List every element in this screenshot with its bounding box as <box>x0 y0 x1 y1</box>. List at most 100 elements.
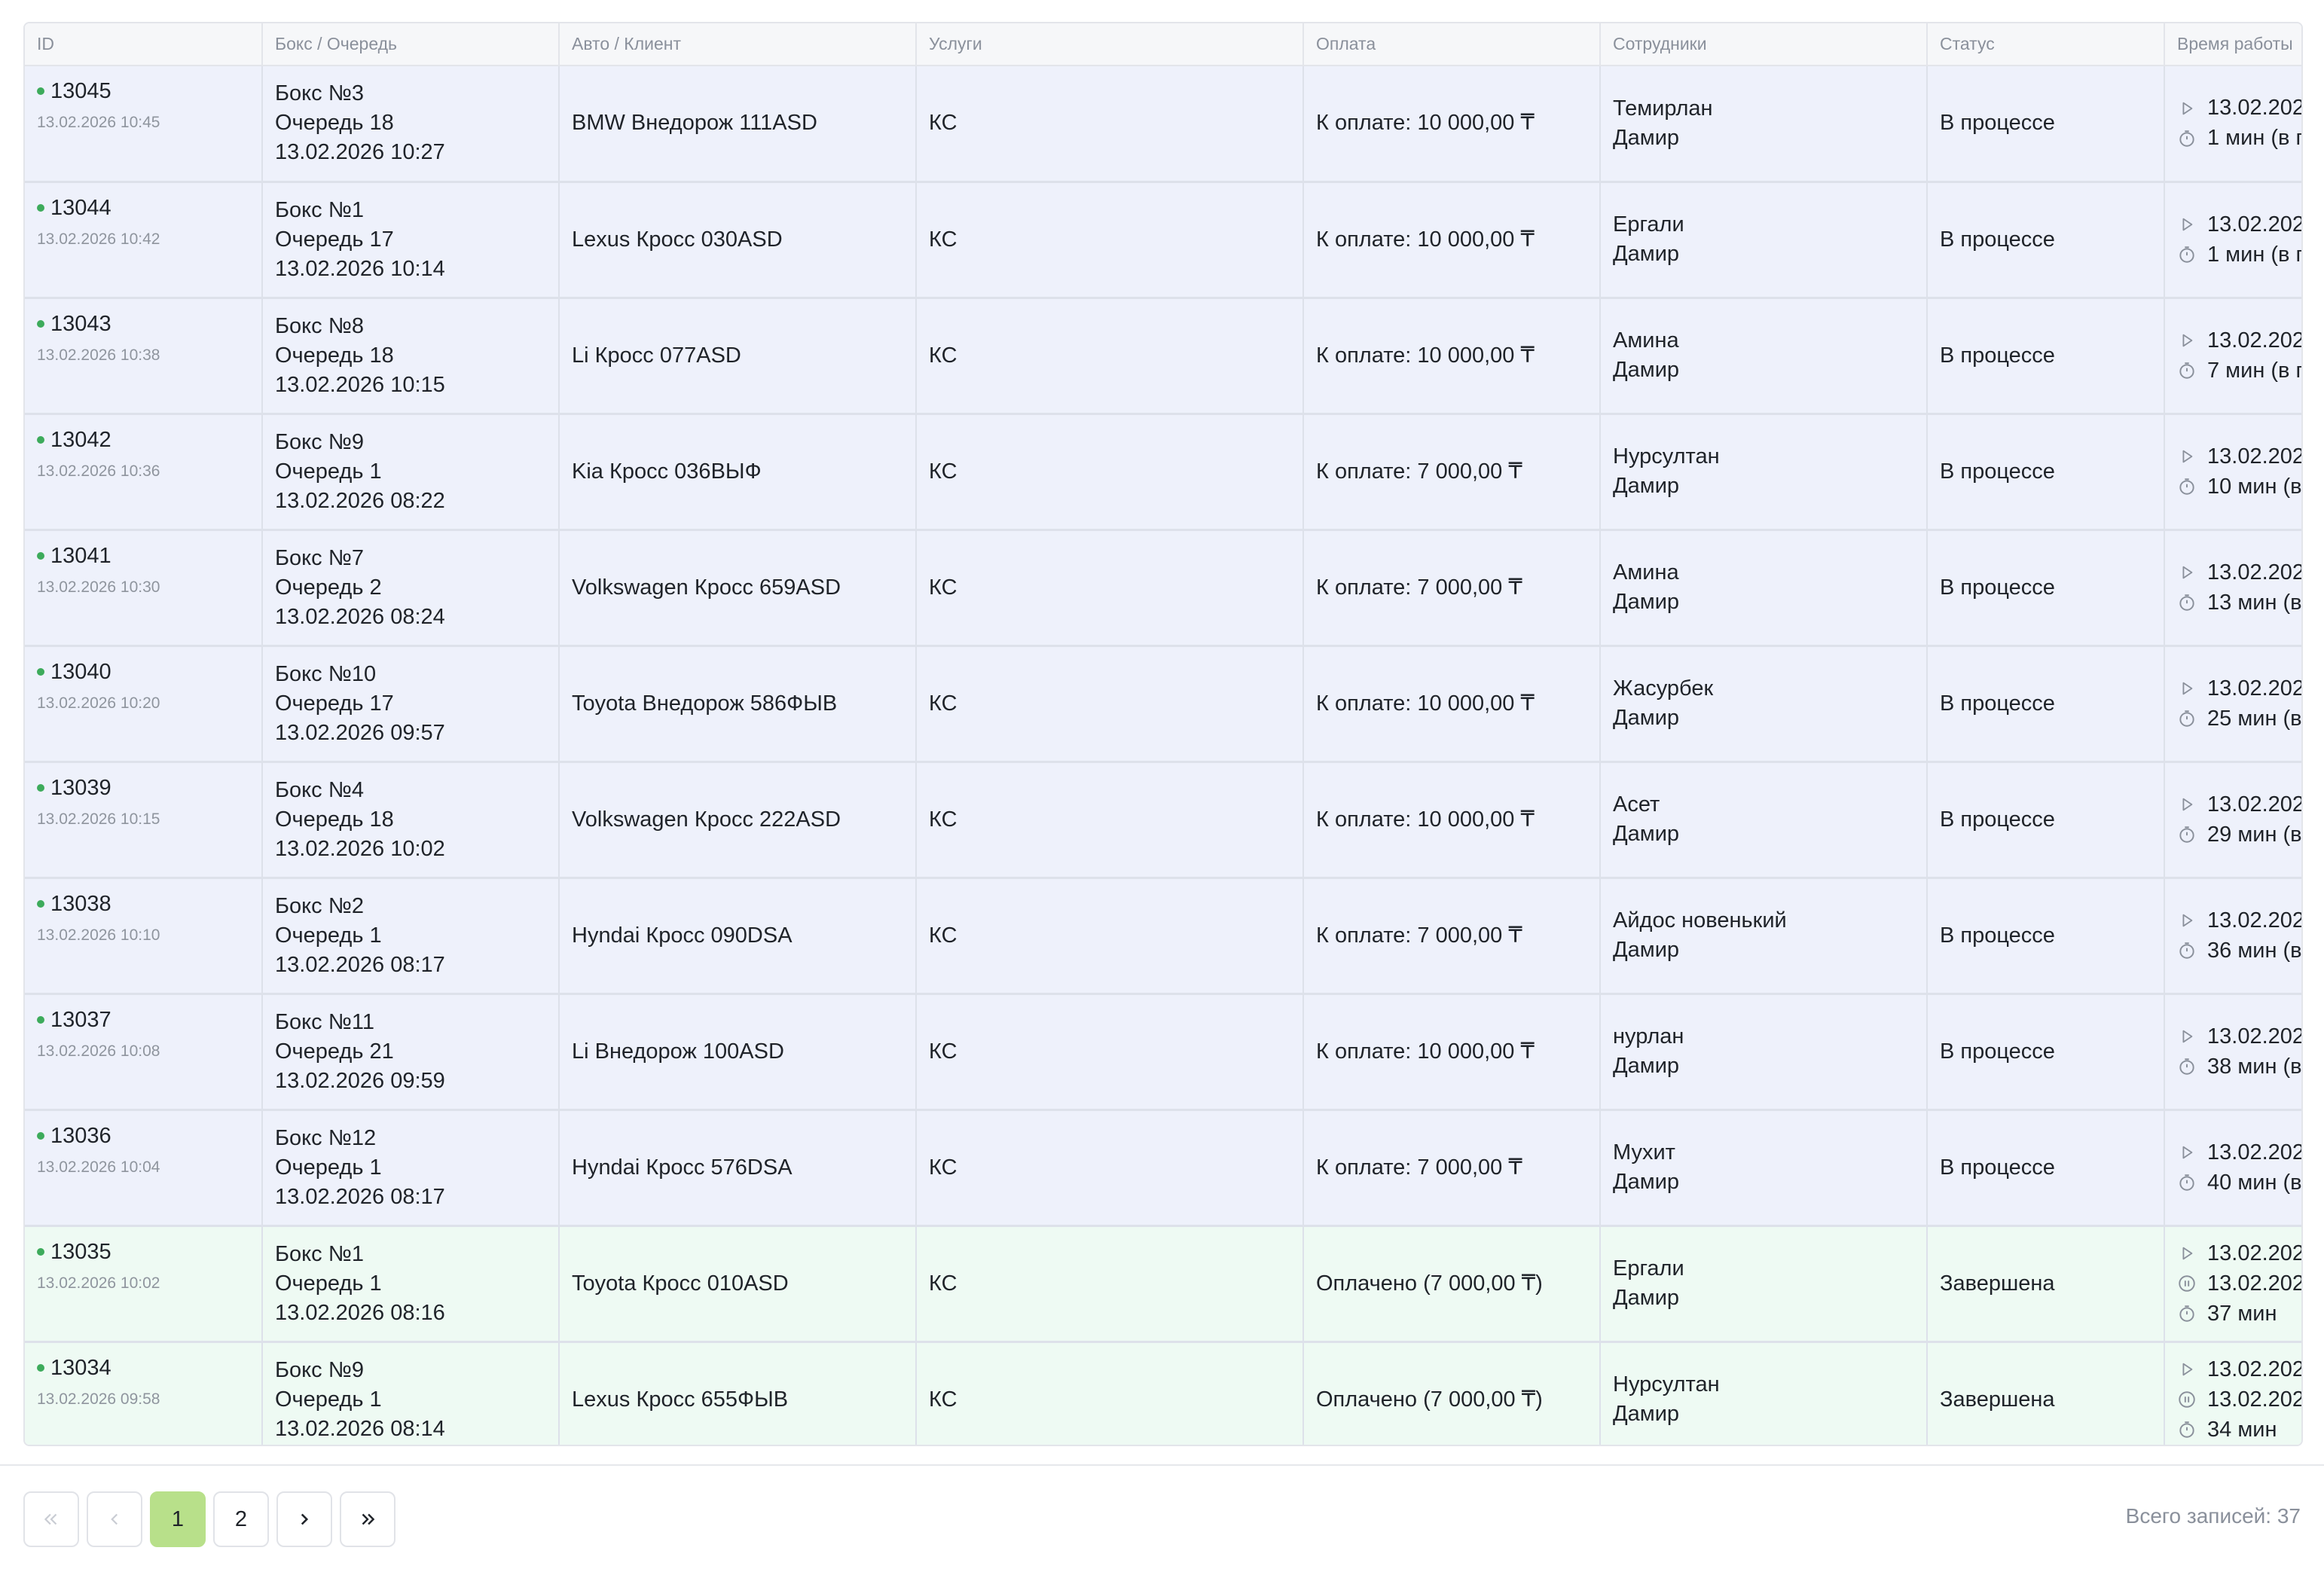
order-id[interactable]: 13036 <box>50 1122 111 1150</box>
column-header[interactable]: Время работы <box>2164 23 2301 66</box>
column-header[interactable]: ID <box>25 23 263 66</box>
queued-date: 13.02.2026 10:02 <box>275 836 445 861</box>
duration-line: 13 мин (в процессе) <box>2177 588 2301 618</box>
table-row[interactable]: 13038 13.02.2026 10:10 Бокс №2 Очередь 1 13.… <box>25 878 2301 995</box>
services-cell: КС <box>916 1342 1304 1445</box>
car-label: Li Внедорож 100ASD <box>572 1039 784 1064</box>
table-row[interactable]: 13035 13.02.2026 10:02 Бокс №1 Очередь 1 13.… <box>25 1226 2301 1343</box>
created-date: 13.02.2026 10:42 <box>37 230 160 248</box>
work-time-cell: 13.02.2026 13 мин (в процессе) <box>2164 530 2301 647</box>
orders-table: ID Бокс / Очередь Авто / Клиент Услуги Оплат… <box>25 23 2302 1445</box>
order-id[interactable]: 13038 <box>50 890 111 918</box>
table-row[interactable]: 13034 13.02.2026 09:58 Бокс №9 Очередь 1 13.… <box>25 1342 2301 1445</box>
work-time-cell: 13.02.2026 13.02.2026 34 мин <box>2164 1342 2301 1445</box>
order-id[interactable]: 13035 <box>50 1238 111 1266</box>
order-id[interactable]: 13040 <box>50 658 111 686</box>
staff-name: Ергали <box>1613 1256 1684 1280</box>
page-button-2[interactable]: 2 <box>213 1491 269 1547</box>
order-id[interactable]: 13045 <box>50 77 111 105</box>
prev-page-button[interactable] <box>87 1491 142 1547</box>
chevron-left-icon <box>111 1513 118 1525</box>
status-dot-icon <box>37 899 44 908</box>
start-time: 13.02.2026 <box>2207 1140 2301 1165</box>
services-cell: КС <box>916 1110 1304 1227</box>
table-row[interactable]: 13044 13.02.2026 10:42 Бокс №1 Очередь 17 13… <box>25 182 2301 299</box>
first-page-button[interactable] <box>23 1491 79 1547</box>
queued-date: 13.02.2026 09:59 <box>275 1068 445 1093</box>
duration-line: 37 мин <box>2177 1299 2301 1329</box>
queue-label: Очередь 21 <box>275 1039 394 1064</box>
queued-date: 13.02.2026 08:16 <box>275 1300 445 1325</box>
duration-line: 10 мин (в процессе) <box>2177 472 2302 502</box>
staff-name: Дамир <box>1613 1402 1680 1426</box>
order-id[interactable]: 13037 <box>50 1006 111 1034</box>
page-button-1[interactable]: 1 <box>150 1491 206 1547</box>
work-time-cell: 13.02.2026 38 мин (в процессе) <box>2164 994 2301 1111</box>
staff-cell: Ергали Дамир <box>1600 182 1928 299</box>
order-id[interactable]: 13041 <box>50 542 111 570</box>
box-queue-cell: Бокс №2 Очередь 1 13.02.2026 08:17 <box>262 878 560 995</box>
column-header[interactable]: Бокс / Очередь <box>262 23 560 66</box>
table-row[interactable]: 13043 13.02.2026 10:38 Бокс №8 Очередь 18 13… <box>25 298 2301 415</box>
column-header[interactable]: Услуги <box>916 23 1304 66</box>
play-icon <box>2177 1143 2197 1162</box>
duration: 10 мин (в процессе) <box>2207 474 2302 499</box>
car-client-cell: Toyota Кросс 010ASD <box>559 1226 917 1343</box>
id-cell: 13037 13.02.2026 10:08 <box>25 994 263 1111</box>
box-label: Бокс №1 <box>275 197 364 222</box>
stopwatch-icon <box>2177 1420 2197 1439</box>
duration: 7 мин (в процессе) <box>2207 358 2301 383</box>
staff-name: Дамир <box>1613 474 1680 498</box>
stopwatch-icon <box>2177 1173 2197 1192</box>
payment-cell: К оплате: 10 000,00 ₸ <box>1303 182 1601 299</box>
duration-line: 36 мин (в процессе) <box>2177 936 2301 966</box>
table-row[interactable]: 13039 13.02.2026 10:15 Бокс №4 Очередь 18 13… <box>25 762 2301 879</box>
staff-cell: нурлан Дамир <box>1600 994 1928 1111</box>
payment-label: К оплате: 10 000,00 ₸ <box>1316 111 1535 136</box>
payment-label: К оплате: 10 000,00 ₸ <box>1316 691 1535 716</box>
table-row[interactable]: 13040 13.02.2026 10:20 Бокс №10 Очередь 17 1… <box>25 646 2301 763</box>
id-line: 13044 <box>37 194 249 222</box>
payment-cell: К оплате: 7 000,00 ₸ <box>1303 878 1601 995</box>
order-id[interactable]: 13042 <box>50 426 111 454</box>
table-row[interactable]: 13041 13.02.2026 10:30 Бокс №7 Очередь 2 13.… <box>25 530 2301 647</box>
start-time: 13.02.2026 <box>2207 444 2301 469</box>
start-time-line: 13.02.2026 <box>2177 1238 2301 1268</box>
start-time: 13.02.2026 <box>2207 1357 2301 1381</box>
column-header[interactable]: Оплата <box>1303 23 1601 66</box>
car-client-cell: Volkswagen Кросс 659ASD <box>559 530 917 647</box>
created-date: 13.02.2026 10:30 <box>37 578 160 596</box>
box-label: Бокс №1 <box>275 1241 364 1266</box>
payment-label: К оплате: 10 000,00 ₸ <box>1316 1039 1535 1064</box>
table-row[interactable]: 13042 13.02.2026 10:36 Бокс №9 Очередь 1 13.… <box>25 414 2302 531</box>
staff-name: Нурсултан <box>1613 444 1720 469</box>
staff-name: Мухит <box>1613 1140 1675 1165</box>
order-id[interactable]: 13043 <box>50 310 111 338</box>
status-cell: В процессе <box>1927 762 2165 879</box>
status-cell: В процессе <box>1927 530 2165 647</box>
table-row[interactable]: 13045 13.02.2026 10:45 Бокс №3 Очередь 18 13… <box>25 66 2301 183</box>
play-icon <box>2177 1360 2197 1379</box>
queue-label: Очередь 2 <box>275 575 382 600</box>
column-header[interactable]: Статус <box>1927 23 2165 66</box>
car-client-cell: Volkswagen Кросс 222ASD <box>559 762 917 879</box>
start-time-line: 13.02.2026 <box>2177 325 2301 356</box>
id-cell: 13034 13.02.2026 09:58 <box>25 1342 263 1445</box>
car-client-cell: Li Внедорож 100ASD <box>559 994 917 1111</box>
column-header[interactable]: Авто / Клиент <box>559 23 917 66</box>
column-header[interactable]: Сотрудники <box>1600 23 1928 66</box>
order-id[interactable]: 13034 <box>50 1354 111 1382</box>
next-page-button[interactable] <box>276 1491 332 1547</box>
service-label: КС <box>929 1271 957 1296</box>
queue-label: Очередь 1 <box>275 923 382 948</box>
order-id[interactable]: 13039 <box>50 774 111 802</box>
last-page-button[interactable] <box>340 1491 395 1547</box>
table-row[interactable]: 13036 13.02.2026 10:04 Бокс №12 Очередь 1 13… <box>25 1110 2301 1227</box>
order-id[interactable]: 13044 <box>50 194 111 222</box>
start-time-line: 13.02.2026 <box>2177 557 2301 588</box>
double-chevron-left-icon <box>44 1513 57 1525</box>
table-row[interactable]: 13037 13.02.2026 10:08 Бокс №11 Очередь 21 1… <box>25 994 2301 1111</box>
car-label: Lexus Кросс 655ФЫВ <box>572 1387 789 1412</box>
staff-name: Дамир <box>1613 938 1680 962</box>
id-line: 13039 <box>37 774 249 802</box>
